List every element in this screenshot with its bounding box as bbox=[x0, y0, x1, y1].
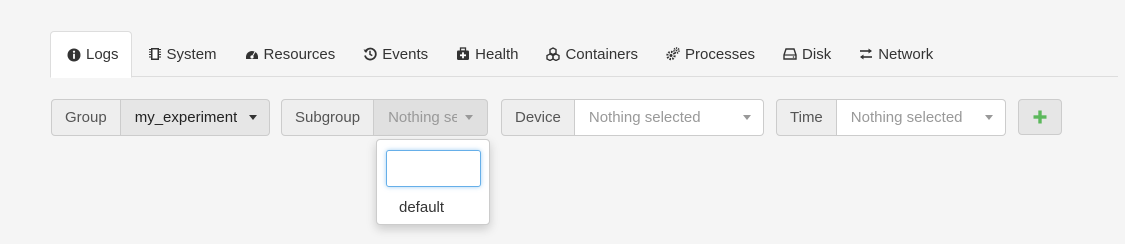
tab-processes[interactable]: Processes bbox=[650, 31, 767, 77]
subgroup-dropdown-menu: default bbox=[376, 139, 490, 225]
tab-logs[interactable]: Logs bbox=[50, 31, 132, 78]
tab-processes-label: Processes bbox=[685, 45, 756, 63]
chevron-down-icon bbox=[465, 115, 474, 120]
device-label: Device bbox=[501, 99, 575, 136]
info-circle-icon bbox=[67, 48, 81, 62]
tab-health[interactable]: Health bbox=[440, 31, 530, 77]
tab-system-label: System bbox=[166, 45, 217, 63]
tab-containers[interactable]: Containers bbox=[530, 31, 650, 77]
tab-events[interactable]: Events bbox=[347, 31, 440, 77]
exchange-icon bbox=[859, 47, 873, 61]
subgroup-filter: Subgroup Nothing se bbox=[281, 99, 489, 136]
tab-resources-label: Resources bbox=[263, 45, 336, 63]
tab-disk[interactable]: Disk bbox=[767, 31, 843, 77]
tab-health-label: Health bbox=[475, 45, 519, 63]
tab-disk-label: Disk bbox=[802, 45, 832, 63]
time-filter: Time Nothing selected bbox=[776, 99, 1006, 136]
tab-logs-label: Logs bbox=[86, 46, 119, 63]
group-select-value: my_experiment bbox=[134, 109, 238, 126]
chevron-down-icon bbox=[742, 115, 751, 120]
chevron-down-icon bbox=[984, 115, 993, 120]
tab-network-label: Network bbox=[878, 45, 934, 63]
cubes-icon bbox=[546, 47, 561, 61]
device-filter: Device Nothing selected bbox=[501, 99, 764, 136]
group-select[interactable]: my_experiment bbox=[120, 99, 270, 136]
device-select[interactable]: Nothing selected bbox=[574, 99, 764, 136]
subgroup-search-input[interactable] bbox=[386, 150, 481, 187]
device-select-value: Nothing selected bbox=[588, 109, 701, 126]
subgroup-label: Subgroup bbox=[281, 99, 375, 136]
cogs-icon bbox=[666, 47, 680, 61]
subgroup-select[interactable]: Nothing se bbox=[374, 99, 489, 136]
tab-containers-label: Containers bbox=[565, 45, 639, 63]
history-icon bbox=[363, 47, 377, 61]
dashboard-icon bbox=[245, 47, 259, 61]
tab-system[interactable]: System bbox=[132, 31, 229, 77]
add-filter-button[interactable] bbox=[1018, 99, 1062, 135]
group-filter: Group my_experiment bbox=[51, 99, 270, 136]
time-label: Time bbox=[776, 99, 837, 136]
subgroup-select-value: Nothing se bbox=[388, 109, 458, 126]
tab-network[interactable]: Network bbox=[843, 31, 945, 77]
time-select-value: Nothing selected bbox=[850, 109, 963, 126]
medkit-icon bbox=[456, 47, 470, 61]
time-select[interactable]: Nothing selected bbox=[836, 99, 1006, 136]
chip-icon bbox=[148, 47, 162, 61]
tab-resources[interactable]: Resources bbox=[229, 31, 348, 77]
subgroup-option-default[interactable]: default bbox=[378, 195, 488, 219]
hdd-icon bbox=[783, 47, 797, 61]
group-label: Group bbox=[51, 99, 121, 136]
tab-events-label: Events bbox=[382, 45, 429, 63]
nav-tabs: Logs System Resources Events Health Cont… bbox=[50, 31, 1118, 78]
chevron-down-icon bbox=[248, 115, 257, 120]
plus-icon bbox=[1032, 109, 1048, 125]
